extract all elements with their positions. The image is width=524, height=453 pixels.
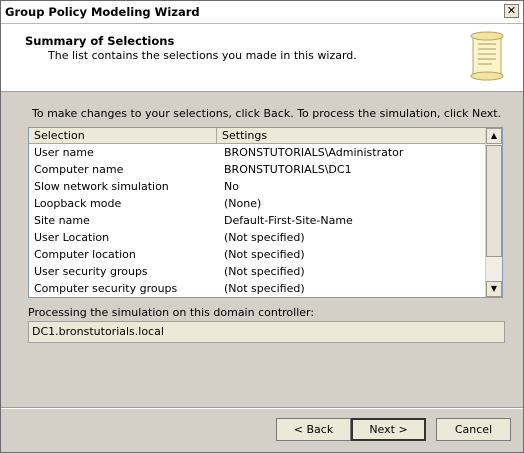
divider [1, 407, 523, 409]
list-row[interactable]: Loopback mode (None) [29, 195, 487, 212]
page-subtitle: The list contains the selections you mad… [48, 49, 357, 62]
settings-cell: Default-First-Site-Name [224, 214, 353, 227]
column-header-selection[interactable]: Selection [29, 128, 217, 143]
settings-cell: (None) [224, 197, 262, 210]
next-button[interactable]: Next > [351, 418, 426, 441]
wizard-content: To make changes to your selections, clic… [1, 92, 523, 452]
selections-list[interactable]: Selection Settings User name BRONSTUTORI… [28, 127, 503, 298]
domain-controller-field: DC1.bronstutorials.local [28, 321, 505, 343]
close-button[interactable]: ✕ [504, 4, 519, 18]
vertical-scrollbar[interactable]: ▲ ▼ [485, 128, 502, 297]
settings-cell: (Not specified) [224, 231, 305, 244]
selection-cell: Site name [34, 214, 90, 227]
list-row[interactable]: Computer security groups (Not specified) [29, 280, 487, 297]
page-title: Summary of Selections [25, 34, 175, 48]
list-row[interactable]: Computer location (Not specified) [29, 246, 487, 263]
selection-cell: Slow network simulation [34, 180, 169, 193]
processing-label: Processing the simulation on this domain… [28, 306, 315, 319]
settings-cell: (Not specified) [224, 248, 305, 261]
selection-cell: User Location [34, 231, 110, 244]
selection-cell: Computer security groups [34, 282, 178, 295]
settings-cell: BRONSTUTORIALS\DC1 [224, 163, 352, 176]
selection-cell: User security groups [34, 265, 148, 278]
settings-cell: BRONSTUTORIALS\Administrator [224, 146, 404, 159]
list-row[interactable]: User Location (Not specified) [29, 229, 487, 246]
wizard-header: Summary of Selections The list contains … [1, 24, 523, 92]
settings-cell: (Not specified) [224, 265, 305, 278]
list-row[interactable]: User name BRONSTUTORIALS\Administrator [29, 144, 487, 161]
scroll-down-arrow-icon[interactable]: ▼ [486, 281, 502, 297]
scrollbar-thumb[interactable] [486, 145, 502, 257]
column-header-settings[interactable]: Settings [217, 128, 487, 143]
settings-cell: (Not specified) [224, 282, 305, 295]
instructions-text: To make changes to your selections, clic… [32, 107, 502, 120]
selection-cell: Computer name [34, 163, 124, 176]
scroll-up-arrow-icon[interactable]: ▲ [486, 128, 502, 144]
list-row[interactable]: Slow network simulation No [29, 178, 487, 195]
cancel-button[interactable]: Cancel [436, 418, 511, 441]
settings-cell: No [224, 180, 239, 193]
list-header: Selection Settings [29, 128, 487, 144]
back-button[interactable]: < Back [276, 418, 351, 441]
window-title: Group Policy Modeling Wizard [5, 5, 200, 19]
list-row[interactable]: User security groups (Not specified) [29, 263, 487, 280]
selection-cell: Loopback mode [34, 197, 122, 210]
selection-cell: User name [34, 146, 94, 159]
title-bar[interactable]: Group Policy Modeling Wizard ✕ [1, 1, 523, 24]
wizard-window: Group Policy Modeling Wizard ✕ Summary o… [0, 0, 524, 453]
list-row[interactable]: Site name Default-First-Site-Name [29, 212, 487, 229]
scroll-icon [470, 31, 504, 81]
list-row[interactable]: Computer name BRONSTUTORIALS\DC1 [29, 161, 487, 178]
selection-cell: Computer location [34, 248, 136, 261]
